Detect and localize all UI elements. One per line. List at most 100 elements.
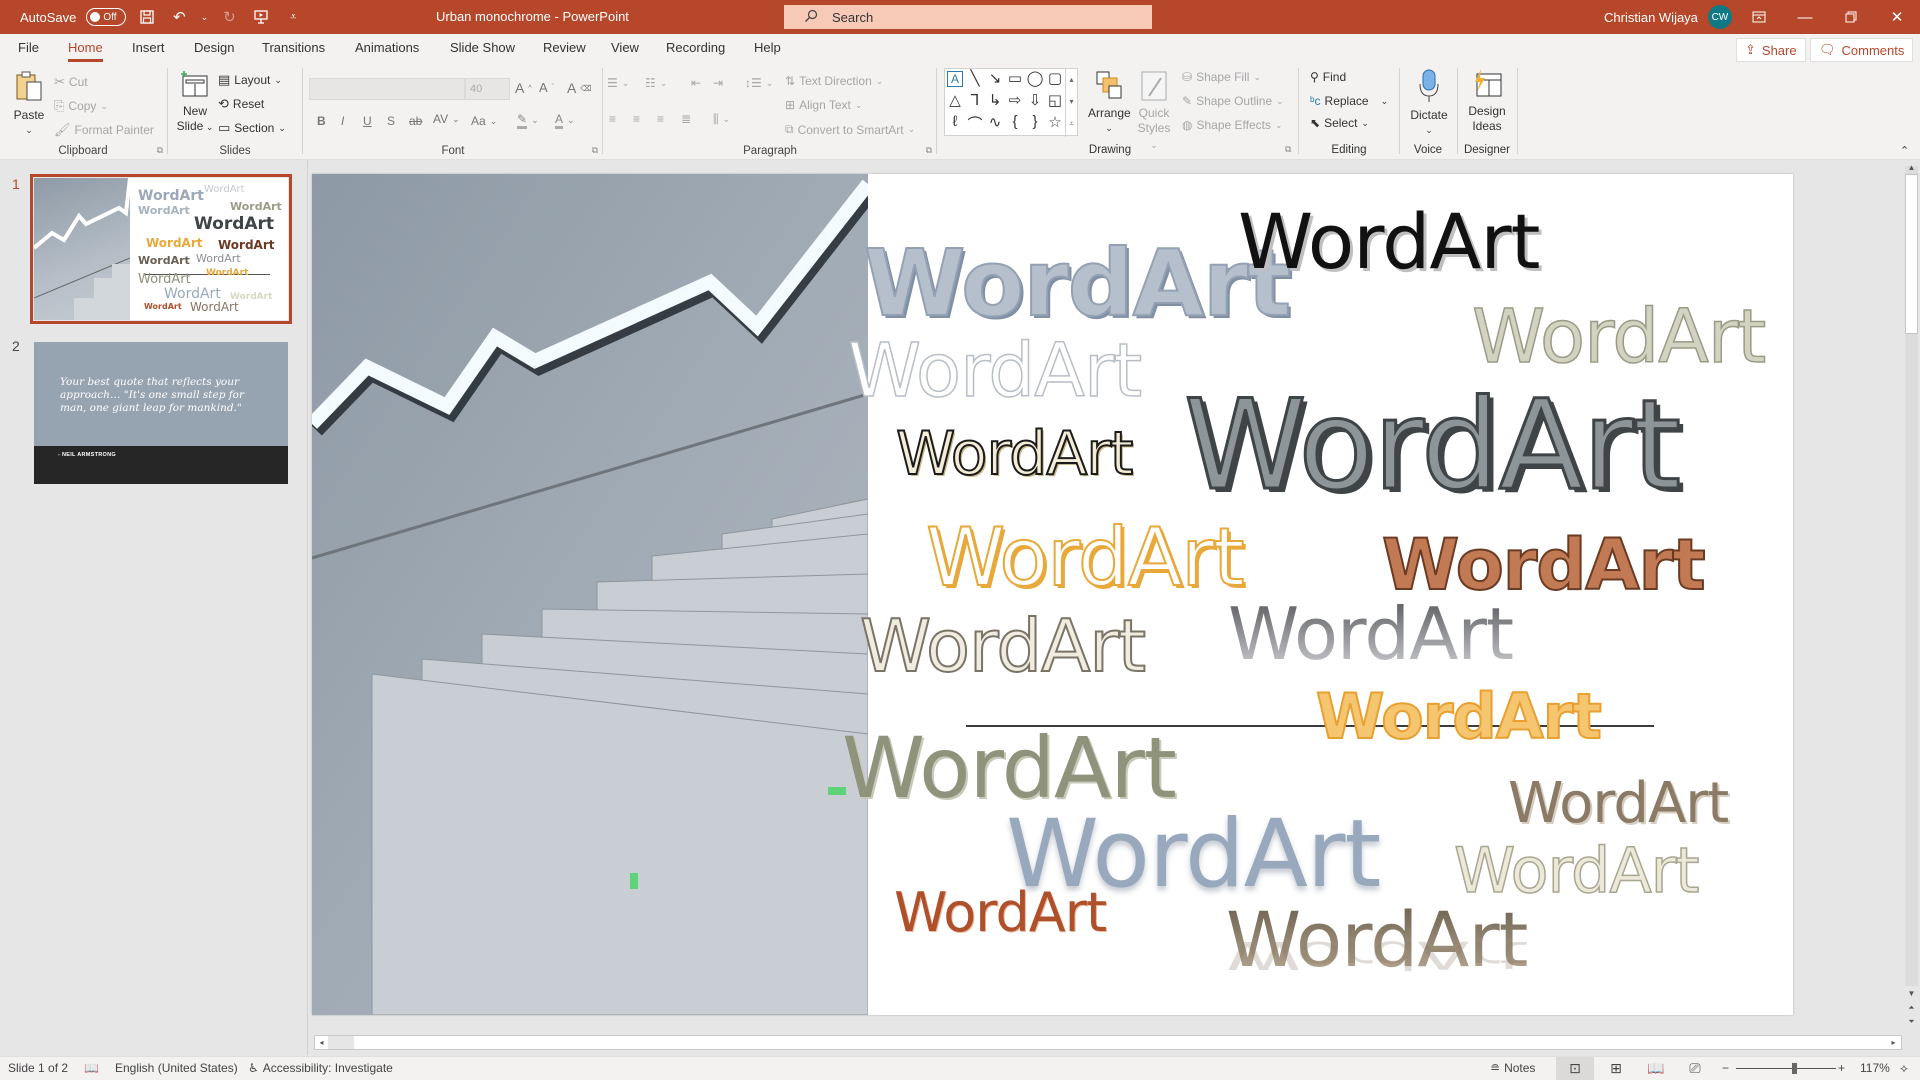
share-button[interactable]: ⇪ Share (1736, 38, 1806, 62)
notes-button[interactable]: ≘ Notes (1490, 1061, 1535, 1075)
scroll-track-before-thumb[interactable] (328, 1036, 354, 1049)
wordart-text[interactable]: WordArt (1315, 685, 1603, 749)
arrow-line-shape-icon[interactable]: ↘ (985, 69, 1005, 87)
decrease-font-size-button[interactable]: Aˇ (539, 80, 554, 95)
wordart-text[interactable]: WordArt (1381, 529, 1707, 601)
flowchart-shape-icon[interactable]: ◱ (1045, 91, 1065, 109)
minimize-icon[interactable]: — (1782, 0, 1828, 34)
zoom-level[interactable]: 117% (1860, 1061, 1890, 1075)
tab-design[interactable]: Design (194, 40, 234, 55)
paste-button[interactable]: Paste ⌄ (10, 70, 48, 138)
zoom-slider[interactable] (1736, 1063, 1836, 1074)
scroll-thumb[interactable] (1905, 174, 1918, 334)
strikethrough-button[interactable]: ab (409, 114, 422, 128)
star-shape-icon[interactable]: ☆ (1045, 113, 1065, 131)
wordart-text[interactable]: WordArt (1182, 383, 1682, 510)
section-button[interactable]: ▭ Section ⌄ (218, 120, 286, 136)
cut-button[interactable]: ✂ Cut (54, 74, 88, 90)
right-arrow-shape-icon[interactable]: ⇨ (1005, 91, 1025, 109)
customize-qat-icon[interactable]: ⩡ (282, 6, 304, 28)
collapse-ribbon-icon[interactable]: ⌃ (1900, 144, 1909, 157)
wordart-text[interactable]: WordArt (1228, 598, 1514, 670)
scroll-up-icon[interactable]: ▲ (1905, 162, 1918, 174)
scroll-track[interactable] (314, 1035, 1902, 1050)
redo-icon[interactable]: ↻ (218, 6, 240, 28)
paste-dropdown-icon[interactable]: ⌄ (10, 123, 48, 138)
tab-help[interactable]: Help (754, 40, 781, 55)
quick-styles-button[interactable]: Quick Styles ⌄ (1134, 70, 1174, 153)
tab-file[interactable]: File (18, 40, 39, 55)
avatar[interactable]: CW (1707, 5, 1732, 29)
left-brace-shape-icon[interactable]: { (1005, 113, 1025, 130)
character-spacing-button[interactable]: AV ⌄ (433, 112, 460, 126)
wordart-text[interactable]: WordArt (842, 726, 1177, 810)
slide-thumbnail-1[interactable]: WordArt WordArt WordArt WordArt WordArt … (30, 174, 292, 324)
next-slide-icon[interactable]: ⏷ (1905, 1016, 1918, 1028)
horizontal-scrollbar[interactable]: ◂ ▸ (314, 1035, 1902, 1050)
text-box-shape-icon[interactable]: A (947, 71, 963, 87)
freeform-shape-icon[interactable]: ℓ (945, 113, 965, 130)
zoom-out-button[interactable]: − (1722, 1061, 1729, 1075)
previous-slide-icon[interactable]: ⏶ (1905, 1002, 1918, 1014)
arrange-button[interactable]: Arrange ⌄ (1088, 70, 1131, 136)
select-button[interactable]: ⬉ Select ⌄ (1310, 116, 1369, 130)
zoom-slider-thumb[interactable] (1792, 1063, 1797, 1074)
slide-sorter-view-button[interactable]: ⊞ (1597, 1057, 1635, 1080)
right-brace-shape-icon[interactable]: } (1025, 113, 1045, 130)
slide-thumbnail-2[interactable]: Your best quote that reflects your appro… (34, 342, 288, 484)
text-shadow-button[interactable]: S (387, 114, 395, 128)
shapes-gallery[interactable]: A ╲ ↘ ▭ ◯ ▢ △ ⅂ ↳ ⇨ ⇩ ◱ ℓ ⌒ ∿ { } ☆ ▴ ▾ ⩡ (944, 68, 1078, 137)
stairs-photo[interactable] (312, 174, 868, 1015)
close-icon[interactable]: ✕ (1874, 0, 1920, 34)
clear-formatting-button[interactable]: A ⌫ (567, 80, 592, 96)
save-icon[interactable] (136, 6, 158, 28)
rounded-rectangle-shape-icon[interactable]: ▢ (1045, 69, 1065, 87)
vertical-scrollbar[interactable]: ▲ ▼ ⏶ ⏷ (1902, 160, 1920, 1035)
font-launcher-icon[interactable]: ⧉ (592, 145, 598, 156)
layout-button[interactable]: ▤ Layout ⌄ (218, 72, 282, 88)
reset-button[interactable]: ⟲ Reset (218, 96, 264, 112)
scroll-down-icon[interactable]: ▼ (1905, 988, 1918, 1000)
autosave-toggle[interactable]: Off (86, 8, 127, 26)
arc-shape-icon[interactable]: ⌒ (965, 113, 985, 134)
increase-indent-button[interactable]: ⇥ (713, 76, 723, 90)
copy-button[interactable]: ⎘ Copy ⌄ (54, 98, 108, 114)
reading-view-button[interactable]: 📖 (1637, 1057, 1675, 1080)
convert-smartart-button[interactable]: ⧉ Convert to SmartArt ⌄ (785, 122, 915, 137)
columns-button[interactable]: ⫼ ⌄ (713, 112, 730, 127)
drawing-launcher-icon[interactable]: ⧉ (1285, 144, 1291, 155)
spelling-check-icon[interactable]: 📖 (84, 1061, 99, 1075)
wordart-text[interactable]: WordArt (1238, 204, 1540, 280)
bold-button[interactable]: B (317, 114, 326, 128)
design-ideas-button[interactable]: Design Ideas (1462, 68, 1512, 134)
line-spacing-button[interactable]: ↕☰ ⌄ (745, 76, 773, 90)
elbow-arrow-shape-icon[interactable]: ↳ (985, 91, 1005, 109)
tab-view[interactable]: View (611, 40, 639, 55)
wordart-text[interactable]: WordArt (847, 333, 1143, 409)
slide-show-view-button[interactable]: ⎚ (1676, 1057, 1714, 1080)
comments-button[interactable]: 🗨 Comments (1810, 38, 1914, 62)
tab-insert[interactable]: Insert (132, 40, 165, 55)
font-size-select[interactable]: 40 (465, 78, 510, 100)
scroll-left-icon[interactable]: ◂ (315, 1036, 328, 1049)
decrease-indent-button[interactable]: ⇤ (691, 76, 701, 90)
paragraph-launcher-icon[interactable]: ⧉ (926, 145, 932, 156)
slide-canvas[interactable]: WordArt WordArt WordArt WordArt WordArt … (312, 174, 1793, 1015)
oval-shape-icon[interactable]: ◯ (1025, 69, 1045, 87)
tab-review[interactable]: Review (543, 40, 586, 55)
find-button[interactable]: ⚲ Find (1310, 70, 1346, 84)
tab-transitions[interactable]: Transitions (262, 40, 325, 55)
elbow-connector-shape-icon[interactable]: ⅂ (965, 91, 985, 109)
align-text-button[interactable]: ⊞ Align Text ⌄ (785, 98, 862, 112)
curve-shape-icon[interactable]: ∿ (985, 113, 1005, 131)
wordart-text[interactable]: WordArt (863, 237, 1292, 331)
numbering-button[interactable]: ☷ ⌄ (645, 76, 667, 90)
present-from-beginning-icon[interactable] (250, 6, 272, 28)
justify-button[interactable]: ≣ (681, 112, 691, 126)
zoom-in-button[interactable]: + (1838, 1061, 1845, 1075)
highlight-color-button[interactable]: ✎ ⌄ (517, 112, 539, 129)
shape-outline-button[interactable]: ✎ Shape Outline ⌄ (1182, 94, 1284, 108)
italic-button[interactable]: I (341, 114, 344, 128)
wordart-text[interactable]: WordArt (894, 886, 1107, 940)
shape-fill-button[interactable]: ⛁ Shape Fill ⌄ (1182, 70, 1261, 84)
